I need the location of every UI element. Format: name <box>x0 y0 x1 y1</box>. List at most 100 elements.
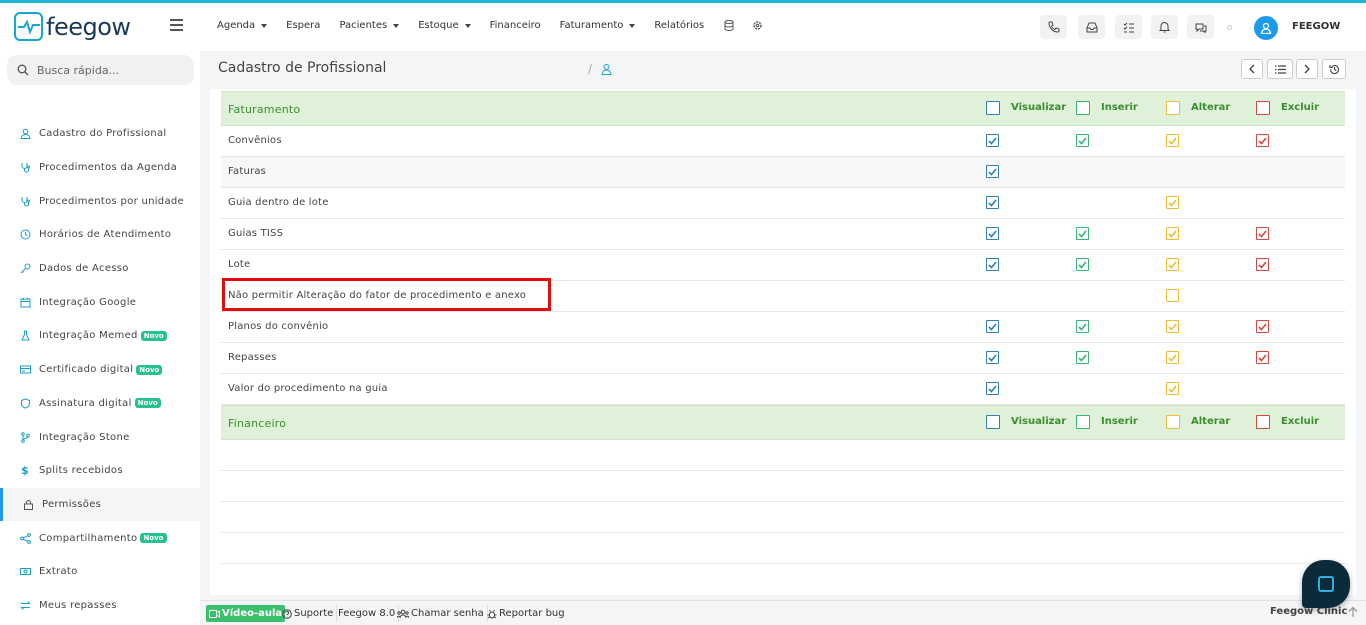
avatar[interactable] <box>1254 16 1278 40</box>
sidebar-item-procedimentos-unidade[interactable]: Procedimentos por unidade <box>0 184 200 218</box>
previous-button[interactable] <box>1241 59 1263 79</box>
report-bug-button[interactable]: Reportar bug <box>484 605 568 622</box>
inserir-checkbox[interactable] <box>1076 227 1089 240</box>
sidebar-item-integracao-memed[interactable]: Integração Memed Novo <box>0 319 200 353</box>
excluir-checkbox[interactable] <box>1256 351 1269 364</box>
nav-item-faturamento[interactable]: Faturamento <box>560 20 636 31</box>
menu-toggle-icon[interactable] <box>170 19 183 34</box>
page-title-bar: Cadastro de Profissional / <box>200 51 1366 89</box>
table-row: Faturas <box>221 157 1345 188</box>
sidebar-item-integracao-stone[interactable]: Integração Stone <box>0 420 200 454</box>
visualizar-checkbox[interactable] <box>986 165 999 178</box>
select-all-excluir-checkbox[interactable] <box>1256 101 1270 115</box>
call-password-button[interactable]: Chamar senha <box>394 605 488 622</box>
inserir-checkbox[interactable] <box>1076 134 1089 147</box>
visualizar-checkbox[interactable] <box>986 382 999 395</box>
alterar-checkbox[interactable] <box>1166 196 1179 209</box>
main-nav: Agenda Espera Pacientes Estoque Financei… <box>217 20 781 31</box>
alterar-checkbox[interactable] <box>1166 320 1179 333</box>
nav-item-financeiro[interactable]: Financeiro <box>490 20 541 31</box>
inbox-button[interactable] <box>1078 15 1105 39</box>
tasks-button[interactable] <box>1115 15 1142 39</box>
visualizar-checkbox[interactable] <box>986 227 999 240</box>
logo[interactable]: feegow <box>14 12 131 41</box>
select-all-visualizar-checkbox[interactable] <box>986 101 1000 115</box>
gear-icon[interactable] <box>752 20 763 31</box>
sidebar-item-horarios[interactable]: Horários de Atendimento <box>0 218 200 252</box>
logo-text: feegow <box>46 12 131 41</box>
list-icon <box>1274 64 1286 74</box>
alterar-checkbox[interactable] <box>1166 134 1179 147</box>
history-button[interactable] <box>1322 59 1346 79</box>
select-all-visualizar-checkbox[interactable] <box>986 415 1000 429</box>
alterar-checkbox[interactable] <box>1166 289 1179 302</box>
database-icon[interactable] <box>723 20 734 31</box>
excluir-checkbox[interactable] <box>1256 258 1269 271</box>
sidebar-item-assinatura[interactable]: Assinatura digital Novo <box>0 387 200 421</box>
lock-icon <box>22 498 34 510</box>
sidebar-item-dados-acesso[interactable]: Dados de Acesso <box>0 252 200 286</box>
sidebar-item-certificado[interactable]: Certificado digital Novo <box>0 353 200 387</box>
nav-item-espera[interactable]: Espera <box>286 20 320 31</box>
inserir-checkbox[interactable] <box>1076 320 1089 333</box>
assistant-fab[interactable] <box>1302 560 1350 608</box>
column-alterar: Alterar <box>1191 416 1231 427</box>
table-row: Lote <box>221 250 1345 281</box>
quick-search <box>7 55 194 85</box>
visualizar-checkbox[interactable] <box>986 134 999 147</box>
users-icon <box>397 609 409 618</box>
alterar-checkbox[interactable] <box>1166 258 1179 271</box>
alterar-checkbox[interactable] <box>1166 351 1179 364</box>
select-all-alterar-checkbox[interactable] <box>1166 101 1180 115</box>
sidebar-item-repasses[interactable]: Meus repasses <box>0 589 200 623</box>
highlight-annotation <box>222 278 551 311</box>
chat-button[interactable] <box>1187 15 1214 39</box>
support-button[interactable]: Suporte <box>279 605 338 622</box>
stethoscope-icon <box>19 195 31 207</box>
list-button[interactable] <box>1267 59 1293 79</box>
search-input[interactable] <box>37 63 177 77</box>
nav-item-relatorios[interactable]: Relatórios <box>654 20 704 31</box>
notifications-button[interactable] <box>1151 15 1178 39</box>
inserir-checkbox[interactable] <box>1076 351 1089 364</box>
select-all-alterar-checkbox[interactable] <box>1166 415 1180 429</box>
select-all-inserir-checkbox[interactable] <box>1076 415 1090 429</box>
select-all-inserir-checkbox[interactable] <box>1076 101 1090 115</box>
phone-icon <box>1047 21 1059 33</box>
next-button[interactable] <box>1296 59 1318 79</box>
alterar-checkbox[interactable] <box>1166 227 1179 240</box>
excluir-checkbox[interactable] <box>1256 227 1269 240</box>
sidebar-item-permissoes[interactable]: Permissões <box>0 487 200 522</box>
sidebar-item-compartilhamento[interactable]: Compartilhamento Novo <box>0 521 200 555</box>
app-header: feegow Agenda Espera Pacientes Estoque F… <box>0 3 1366 51</box>
visualizar-checkbox[interactable] <box>986 320 999 333</box>
sidebar-item-extrato[interactable]: Extrato <box>0 555 200 589</box>
page-title: Cadastro de Profissional <box>218 60 387 76</box>
sidebar-item-procedimentos-agenda[interactable]: Procedimentos da Agenda <box>0 151 200 185</box>
visualizar-checkbox[interactable] <box>986 351 999 364</box>
alterar-checkbox[interactable] <box>1166 382 1179 395</box>
select-all-excluir-checkbox[interactable] <box>1256 415 1270 429</box>
arrow-up-icon[interactable] <box>1348 606 1358 621</box>
user-name[interactable]: FEEGOW <box>1292 21 1340 32</box>
nav-item-estoque[interactable]: Estoque <box>418 20 471 31</box>
sidebar-menu: Cadastro do Profissional Procedimentos d… <box>0 117 200 622</box>
visualizar-checkbox[interactable] <box>986 196 999 209</box>
table-row: Valor do procedimento na guia <box>221 374 1345 405</box>
nav-item-agenda[interactable]: Agenda <box>217 20 268 31</box>
footer-bar: Vídeo-aula Suporte Feegow 8.0 Chamar sen… <box>200 600 1366 625</box>
video-tutorial-button[interactable]: Vídeo-aula <box>206 605 286 622</box>
excluir-checkbox[interactable] <box>1256 320 1269 333</box>
excluir-checkbox[interactable] <box>1256 134 1269 147</box>
transfer-icon <box>19 599 31 611</box>
sidebar-item-cadastro[interactable]: Cadastro do Profissional <box>0 117 200 151</box>
sidebar-item-integracao-google[interactable]: Integração Google <box>0 285 200 319</box>
nav-item-pacientes[interactable]: Pacientes <box>339 20 400 31</box>
phone-button[interactable] <box>1040 15 1067 39</box>
inserir-checkbox[interactable] <box>1076 258 1089 271</box>
visualizar-checkbox[interactable] <box>986 258 999 271</box>
sidebar-item-splits[interactable]: $ Splits recebidos <box>0 454 200 488</box>
table-row: Guia dentro de lote <box>221 188 1345 219</box>
chevron-left-icon <box>1249 64 1255 74</box>
chevron-down-icon <box>261 23 268 28</box>
